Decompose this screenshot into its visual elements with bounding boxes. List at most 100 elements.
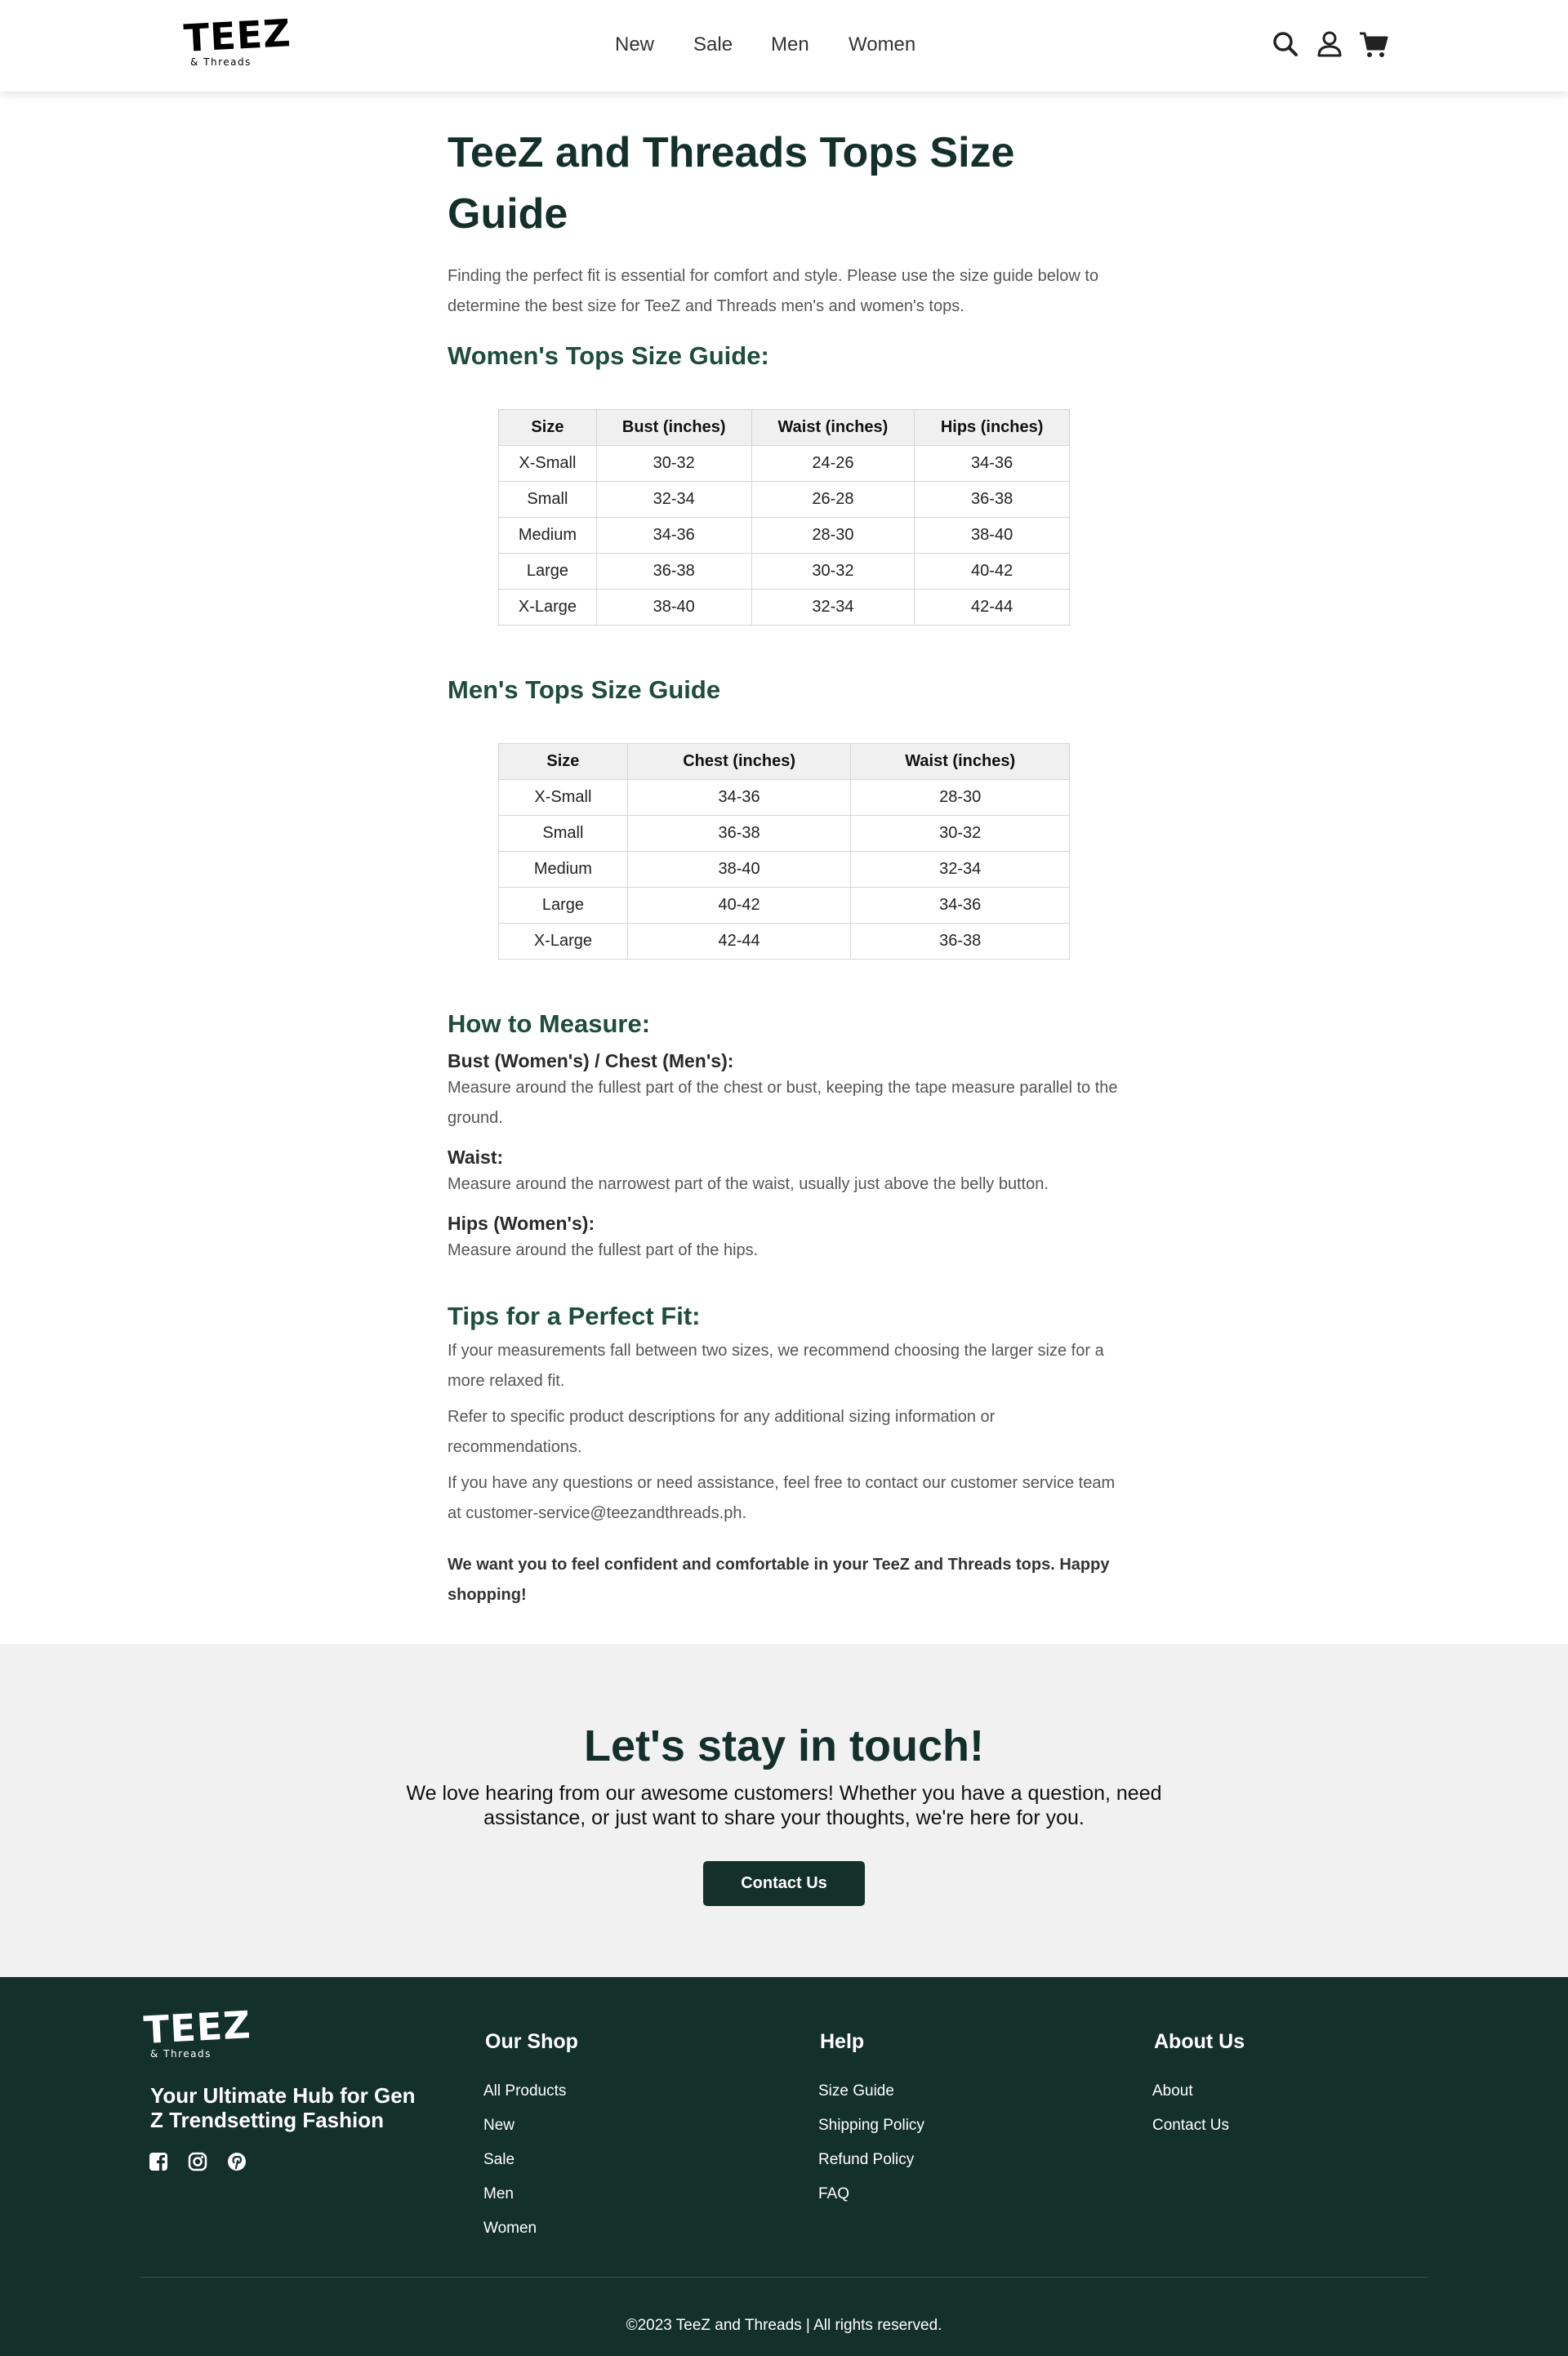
- table-cell: 40-42: [626, 887, 852, 924]
- table-cell: 36-38: [914, 481, 1070, 518]
- measure-hips-title: Hips (Women's):: [448, 1213, 595, 1234]
- footer-logo[interactable]: TEEZ & Threads: [143, 2002, 252, 2060]
- copyright-text: ©2023 TeeZ and Threads | All rights rese…: [626, 2317, 942, 2334]
- tip-item: If your measurements fall between two si…: [448, 1342, 1104, 1390]
- table-cell: X-Large: [498, 923, 628, 960]
- table-cell: Medium: [498, 517, 597, 554]
- pinterest-icon[interactable]: [225, 2150, 248, 2173]
- footer-link-refund-policy[interactable]: Refund Policy: [818, 2150, 914, 2170]
- site-footer: TEEZ & Threads Your Ultimate Hub for Gen…: [0, 1977, 1568, 2356]
- footer-tagline: Your Ultimate Hub for Gen Z Trendsetting…: [150, 2083, 416, 2132]
- table-cell: 38-40: [914, 517, 1070, 554]
- contact-section: Let's stay in touch! We love hearing fro…: [0, 1644, 1568, 1977]
- measure-hips-text: Measure around the fullest part of the h…: [448, 1241, 759, 1259]
- tips-heading: Tips for a Perfect Fit:: [448, 1302, 701, 1330]
- footer-link-shipping-policy[interactable]: Shipping Policy: [818, 2116, 924, 2136]
- table-row: Small 36-38 30-32: [498, 815, 1070, 852]
- table-row: Small 32-34 26-28 36-38: [498, 481, 1070, 518]
- tip-item: Refer to specific product descriptions f…: [448, 1408, 996, 1456]
- table-cell: Small: [498, 481, 597, 518]
- table-row: Large 36-38 30-32 40-42: [498, 553, 1070, 590]
- table-cell: 24-26: [751, 445, 915, 482]
- footer-link-all-products[interactable]: All Products: [483, 2082, 566, 2101]
- measure-waist-title: Waist:: [448, 1147, 504, 1168]
- table-cell: 30-32: [751, 553, 915, 590]
- footer-link-about[interactable]: About: [1152, 2082, 1193, 2101]
- table-cell: 42-44: [914, 589, 1070, 626]
- page-title: TeeZ and Threads Tops Size Guide: [448, 129, 1015, 238]
- cart-icon[interactable]: [1357, 28, 1390, 60]
- table-row: X-Small 34-36 28-30: [498, 779, 1070, 816]
- table-cell: 34-36: [626, 779, 852, 816]
- footer-link-men[interactable]: Men: [483, 2185, 514, 2204]
- footer-heading: Help: [820, 2030, 865, 2053]
- nav-new[interactable]: New: [615, 31, 654, 59]
- footer-link-size-guide[interactable]: Size Guide: [818, 2082, 894, 2101]
- table-cell: X-Large: [498, 589, 597, 626]
- footer-link-faq[interactable]: FAQ: [818, 2185, 849, 2204]
- table-header-cell: Bust (inches): [595, 409, 752, 446]
- womens-heading: Women's Tops Size Guide:: [448, 341, 769, 370]
- table-row: Large 40-42 34-36: [498, 887, 1070, 924]
- table-row: Medium 38-40 32-34: [498, 851, 1070, 888]
- nav-men[interactable]: Men: [771, 31, 809, 59]
- table-cell: 36-38: [626, 815, 852, 852]
- table-cell: 30-32: [595, 445, 752, 482]
- table-cell: Large: [498, 553, 597, 590]
- size-guide-article: TeeZ and Threads Tops Size Guide Finding…: [448, 122, 1125, 1610]
- table-header-cell: Size: [498, 743, 628, 780]
- table-cell: 30-32: [850, 815, 1070, 852]
- table-row: X-Large 42-44 36-38: [498, 923, 1070, 960]
- table-cell: 40-42: [914, 553, 1070, 590]
- table-cell: 32-34: [751, 589, 915, 626]
- table-row: X-Large 38-40 32-34 42-44: [498, 589, 1070, 626]
- search-icon[interactable]: [1269, 28, 1302, 60]
- footer-link-contact-us[interactable]: Contact Us: [1152, 2116, 1229, 2136]
- footer-link-sale[interactable]: Sale: [483, 2150, 514, 2170]
- table-header-cell: Size: [498, 409, 597, 446]
- table-cell: 42-44: [626, 923, 852, 960]
- nav-sale[interactable]: Sale: [693, 31, 733, 59]
- table-cell: 36-38: [595, 553, 752, 590]
- measure-heading: How to Measure:: [448, 1009, 651, 1038]
- footer-heading: About Us: [1154, 2030, 1245, 2053]
- nav-women[interactable]: Women: [849, 31, 915, 59]
- table-header-cell: Waist (inches): [850, 743, 1070, 780]
- measure-waist-text: Measure around the narrowest part of the…: [448, 1175, 1049, 1193]
- user-icon[interactable]: [1313, 28, 1346, 60]
- logo-wordmark: TEEZ: [142, 2002, 252, 2052]
- intro-text: Finding the perfect fit is essential for…: [448, 267, 1099, 315]
- logo-subtitle: & Threads: [150, 2048, 212, 2060]
- table-header-cell: Chest (inches): [626, 743, 852, 780]
- footer-heading: Our Shop: [485, 2030, 578, 2053]
- table-cell: 38-40: [595, 589, 752, 626]
- table-cell: 34-36: [914, 445, 1070, 482]
- table-cell: 26-28: [751, 481, 915, 518]
- table-header-cell: Waist (inches): [751, 409, 915, 446]
- footer-divider: [140, 2277, 1428, 2278]
- table-cell: 28-30: [751, 517, 915, 554]
- closing-text: We want you to feel confident and comfor…: [448, 1556, 1110, 1604]
- womens-size-table: Size Bust (inches) Waist (inches) Hips (inc…: [498, 409, 1070, 626]
- tip-item: If you have any questions or need assist…: [448, 1474, 1116, 1522]
- table-cell: 36-38: [850, 923, 1070, 960]
- table-cell: 34-36: [595, 517, 752, 554]
- table-cell: Small: [498, 815, 628, 852]
- mens-size-table: Size Chest (inches) Waist (inches) X-Small…: [498, 743, 1070, 960]
- mens-heading: Men's Tops Size Guide: [448, 675, 721, 704]
- table-cell: 38-40: [626, 851, 852, 888]
- table-cell: X-Small: [498, 779, 628, 816]
- table-cell: 34-36: [850, 887, 1070, 924]
- contact-heading: Let's stay in touch!: [584, 1721, 984, 1770]
- footer-link-women[interactable]: Women: [483, 2219, 537, 2238]
- table-cell: 28-30: [850, 779, 1070, 816]
- instagram-icon[interactable]: [186, 2150, 209, 2173]
- measure-bust-text: Measure around the fullest part of the c…: [448, 1079, 1118, 1127]
- contact-text: We love hearing from our awesome custome…: [406, 1782, 1162, 1829]
- footer-link-new[interactable]: New: [483, 2116, 514, 2136]
- contact-us-button[interactable]: Contact Us: [703, 1861, 865, 1906]
- facebook-icon[interactable]: [147, 2150, 170, 2173]
- table-cell: X-Small: [498, 445, 597, 482]
- measure-bust-title: Bust (Women's) / Chest (Men's):: [448, 1050, 734, 1071]
- table-cell: 32-34: [595, 481, 752, 518]
